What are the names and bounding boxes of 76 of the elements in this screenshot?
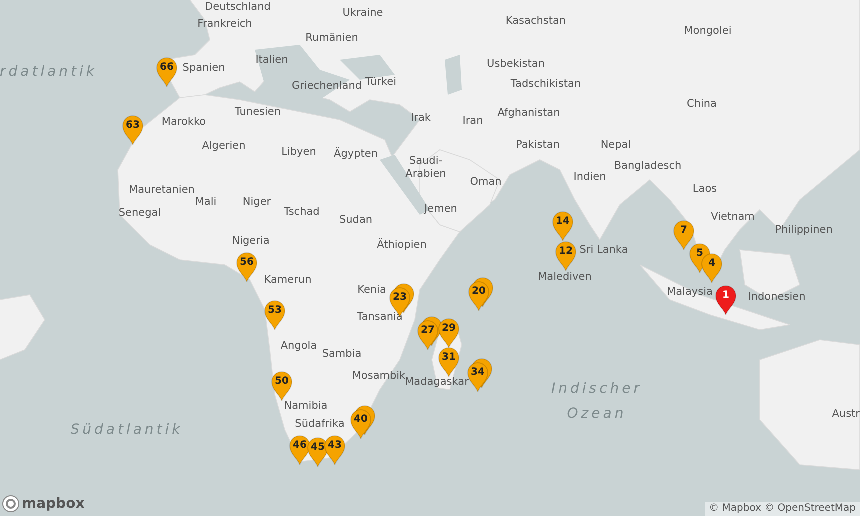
map-pin[interactable]: 43 [324, 435, 346, 465]
country-label: Libyen [282, 146, 316, 158]
country-label: Jemen [424, 204, 458, 214]
country-label: Ukraine [342, 8, 384, 18]
country-label: Indonesien [748, 292, 806, 302]
country-label: Italien [256, 54, 288, 66]
country-label: Mosambik [352, 370, 406, 382]
country-label: Iran [462, 116, 484, 126]
map-pin[interactable]: 31 [438, 347, 460, 377]
country-label: Indien [574, 172, 606, 182]
country-label: Madagaskar [405, 376, 469, 388]
country-label: Sudan [339, 214, 373, 226]
country-label: Nepal [600, 140, 632, 150]
map-pin[interactable]: 1 [715, 285, 737, 315]
map-pin[interactable]: 66 [156, 57, 178, 87]
country-label: Deutschland [205, 2, 271, 12]
ocean-label: rdatlantik [0, 65, 98, 79]
map-pin[interactable]: 53 [264, 300, 286, 330]
country-label: Irak [411, 112, 431, 124]
country-label: Saudi- [409, 156, 443, 166]
country-label: Kenia [358, 284, 386, 296]
country-label: Kasachstan [506, 16, 566, 26]
attribution-text[interactable]: © Mapbox © OpenStreetMap [705, 502, 860, 516]
country-label: Kamerun [264, 274, 312, 286]
map-pin[interactable]: 27 [417, 320, 439, 350]
country-label: Ägypten [334, 148, 378, 160]
map-pin[interactable]: 7 [673, 220, 695, 250]
country-label: Namibia [284, 400, 328, 412]
logo-text[interactable]: mapbox [22, 497, 85, 511]
map-pin[interactable]: 14 [552, 211, 574, 241]
logo-icon [2, 495, 20, 513]
country-label: Südafrika [295, 418, 345, 430]
country-label: Niger [242, 196, 272, 208]
ocean-label: Ozean [567, 407, 627, 421]
country-label: Griechenland [292, 80, 362, 92]
country-label: Frankreich [198, 18, 252, 30]
country-label: Laos [692, 184, 718, 194]
map-pin[interactable]: 29 [438, 318, 460, 348]
country-label: Spanien [182, 62, 226, 74]
country-label: Tschad [284, 206, 320, 218]
country-label: Philippinen [775, 224, 833, 236]
map-pin[interactable]: 12 [555, 241, 577, 271]
country-label: Sambia [322, 348, 362, 360]
country-label: China [687, 98, 717, 110]
country-label: Mali [195, 196, 217, 208]
country-label: Senegal [118, 208, 162, 218]
country-label: Äthiopien [377, 240, 427, 250]
country-label: Oman [470, 176, 502, 188]
country-label: Mauretanien [129, 184, 195, 196]
country-label: Tunesien [234, 106, 282, 118]
country-label: Vietnam [711, 212, 755, 222]
country-label: Bangladesch [614, 160, 682, 172]
country-label: Malediven [538, 272, 592, 282]
map-pin[interactable]: 56 [236, 252, 258, 282]
map-pin[interactable]: 63 [122, 115, 144, 145]
map-pin[interactable]: 40 [350, 409, 372, 439]
map-pin[interactable]: 34 [467, 362, 489, 392]
country-label: Malaysia [667, 286, 713, 298]
country-label: Afghanistan [498, 108, 560, 118]
country-label: Austr [832, 408, 860, 420]
ocean-label: Indischer [552, 382, 642, 396]
ocean-label: Südatlantik [70, 423, 184, 437]
country-label: Algerien [202, 140, 246, 152]
map-pin[interactable]: 50 [271, 371, 293, 401]
country-label: Marokko [162, 116, 206, 128]
country-label: Usbekistan [487, 58, 545, 70]
country-label: Angola [280, 340, 318, 352]
country-label: Tadschikistan [510, 78, 582, 90]
country-label: Nigeria [232, 236, 270, 246]
country-label: Sri Lanka [580, 244, 628, 256]
country-label: Rumänien [306, 32, 358, 44]
country-label: Mongolei [684, 26, 732, 36]
country-label: Türkei [365, 76, 397, 88]
country-label: Arabien [406, 168, 446, 180]
country-label: Pakistan [516, 140, 560, 150]
map-pin[interactable]: 20 [468, 281, 490, 311]
